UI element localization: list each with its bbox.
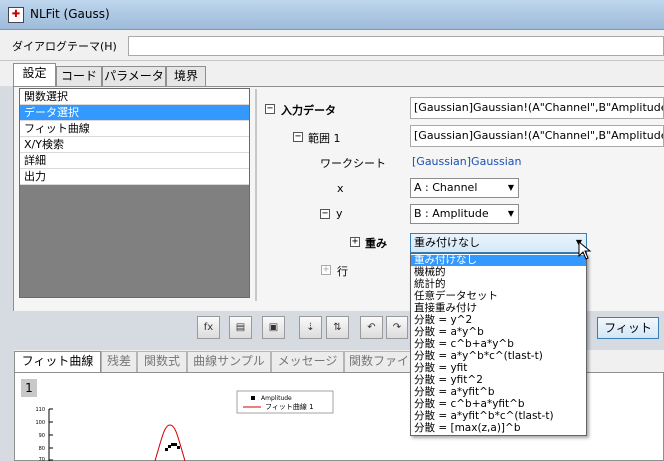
swap-icon[interactable]: ⇅ bbox=[326, 316, 349, 339]
weight-select[interactable]: 重み付けなし ▼ bbox=[410, 233, 587, 253]
tab-sample-curves[interactable]: 曲線サンプル bbox=[187, 351, 271, 372]
dialog-theme-field[interactable] bbox=[128, 36, 664, 56]
range-label: 範囲 1 bbox=[308, 132, 341, 145]
window-title: NLFit (Gauss) bbox=[30, 7, 110, 21]
data-point bbox=[177, 446, 180, 449]
y-tick-label: 80 bbox=[39, 446, 45, 452]
weight-option[interactable]: 直接重み付け bbox=[411, 303, 586, 314]
y-column-select[interactable]: B : Amplitude ▼ bbox=[410, 204, 519, 224]
collapse-range-icon[interactable]: − bbox=[293, 132, 303, 142]
app-icon: ✚ bbox=[8, 7, 24, 23]
expand-weight-icon[interactable]: + bbox=[350, 237, 360, 247]
y-tick-label: 100 bbox=[35, 420, 45, 426]
weight-option[interactable]: 分散 = a*yfit^b bbox=[411, 387, 586, 398]
tab-messages[interactable]: メッセージ bbox=[271, 351, 344, 372]
redo-icon[interactable]: ↷ bbox=[386, 316, 408, 339]
worksheet-link[interactable]: [Gaussian]Gaussian bbox=[412, 155, 522, 168]
x-column-value: A : Channel bbox=[414, 181, 478, 194]
weight-option[interactable]: 機械的 bbox=[411, 267, 586, 278]
collapse-y-icon[interactable]: − bbox=[320, 209, 330, 219]
tab-fit-curve[interactable]: フィット曲線 bbox=[14, 351, 101, 372]
fit-parameter-icon[interactable]: fx bbox=[197, 316, 220, 339]
legend-label: フィット曲線 1 bbox=[265, 402, 314, 411]
x-column-select[interactable]: A : Channel ▼ bbox=[410, 178, 519, 198]
tab-code[interactable]: コード bbox=[56, 66, 102, 86]
nav-item-output[interactable]: 出力 bbox=[20, 169, 249, 185]
weight-option[interactable]: 統計的 bbox=[411, 279, 586, 290]
weight-option[interactable]: 分散 = y^2 bbox=[411, 315, 586, 326]
dialog-theme-label: ダイアログテーマ(H) bbox=[12, 40, 117, 53]
tab-bounds[interactable]: 境界 bbox=[166, 66, 206, 86]
sort-icon[interactable]: ⇣ bbox=[299, 316, 322, 339]
tab-settings[interactable]: 設定 bbox=[13, 63, 56, 87]
weight-option[interactable]: 重み付けなし bbox=[411, 255, 586, 266]
expand-rows-icon[interactable]: + bbox=[321, 265, 331, 275]
save-icon[interactable]: ▣ bbox=[262, 316, 285, 339]
input-data-field[interactable]: [Gaussian]Gaussian!(A"Channel",B"Amplitu… bbox=[410, 97, 664, 119]
weight-option[interactable]: 分散 = a*y^b*c^(tlast-t) bbox=[411, 351, 586, 362]
weight-option[interactable]: 分散 = yfit^2 bbox=[411, 375, 586, 386]
weight-option[interactable]: 分散 = yfit bbox=[411, 363, 586, 374]
collapse-input-data-icon[interactable]: − bbox=[265, 104, 275, 114]
y-tick-label: 110 bbox=[35, 407, 45, 413]
x-label: x bbox=[337, 182, 344, 195]
fit-curve-line bbox=[154, 424, 186, 461]
weight-label: 重み bbox=[365, 237, 387, 250]
rows-label: 行 bbox=[337, 265, 348, 278]
nav-item-data-selection[interactable]: データ選択 bbox=[20, 105, 249, 121]
y-column-value: B : Amplitude bbox=[414, 207, 489, 220]
undo-icon[interactable]: ↶ bbox=[360, 316, 383, 339]
report-icon[interactable]: ▤ bbox=[229, 316, 252, 339]
weight-option[interactable]: 分散 = c^b+a*yfit^b bbox=[411, 399, 586, 410]
nav-list: 関数選択 データ選択 フィット曲線 X/Y検索 詳細 出力 bbox=[20, 89, 249, 185]
legend-label: Amplitude bbox=[261, 395, 292, 402]
range-field[interactable]: [Gaussian]Gaussian!(A"Channel",B"Amplitu… bbox=[410, 125, 664, 147]
tab-formula[interactable]: 関数式 bbox=[137, 351, 187, 372]
chevron-down-icon: ▼ bbox=[507, 183, 514, 192]
data-point bbox=[171, 443, 174, 446]
mouse-cursor-icon bbox=[578, 241, 592, 260]
legend-marker bbox=[251, 396, 255, 400]
nav-item-xy-find[interactable]: X/Y検索 bbox=[20, 137, 249, 153]
fit-button[interactable]: フィット bbox=[597, 317, 659, 339]
weight-option[interactable]: 任意データセット bbox=[411, 291, 586, 302]
nav-item-function[interactable]: 関数選択 bbox=[20, 89, 249, 105]
pane-splitter[interactable] bbox=[255, 89, 257, 301]
weight-dropdown-list: 重み付けなし 機械的 統計的 任意データセット 直接重み付け 分散 = y^2 分散 = a… bbox=[410, 253, 587, 436]
nav-item-advanced[interactable]: 詳細 bbox=[20, 153, 249, 169]
data-point bbox=[165, 448, 168, 451]
y-tick-label: 90 bbox=[39, 433, 45, 439]
tab-residuals[interactable]: 残差 bbox=[101, 351, 137, 372]
weight-option[interactable]: 分散 = a*y^b bbox=[411, 327, 586, 338]
nav-item-fit-curve[interactable]: フィット曲線 bbox=[20, 121, 249, 137]
chevron-down-icon: ▼ bbox=[507, 209, 514, 218]
data-point bbox=[174, 443, 177, 446]
data-point bbox=[168, 445, 171, 448]
y-tick-label: 70 bbox=[39, 457, 45, 461]
tab-parameters[interactable]: パラメータ bbox=[102, 66, 166, 86]
weight-option[interactable]: 分散 = c^b+a*y^b bbox=[411, 339, 586, 350]
weight-value: 重み付けなし bbox=[414, 236, 480, 249]
y-label: y bbox=[336, 207, 343, 220]
input-data-label: 入力データ bbox=[281, 104, 336, 117]
weight-option[interactable]: 分散 = [max(z,a)]^b bbox=[411, 423, 586, 434]
tab-function-file[interactable]: 関数ファイ bbox=[344, 351, 414, 372]
worksheet-label: ワークシート bbox=[320, 157, 386, 170]
weight-option[interactable]: 分散 = a*yfit^b*c^(tlast-t) bbox=[411, 411, 586, 422]
